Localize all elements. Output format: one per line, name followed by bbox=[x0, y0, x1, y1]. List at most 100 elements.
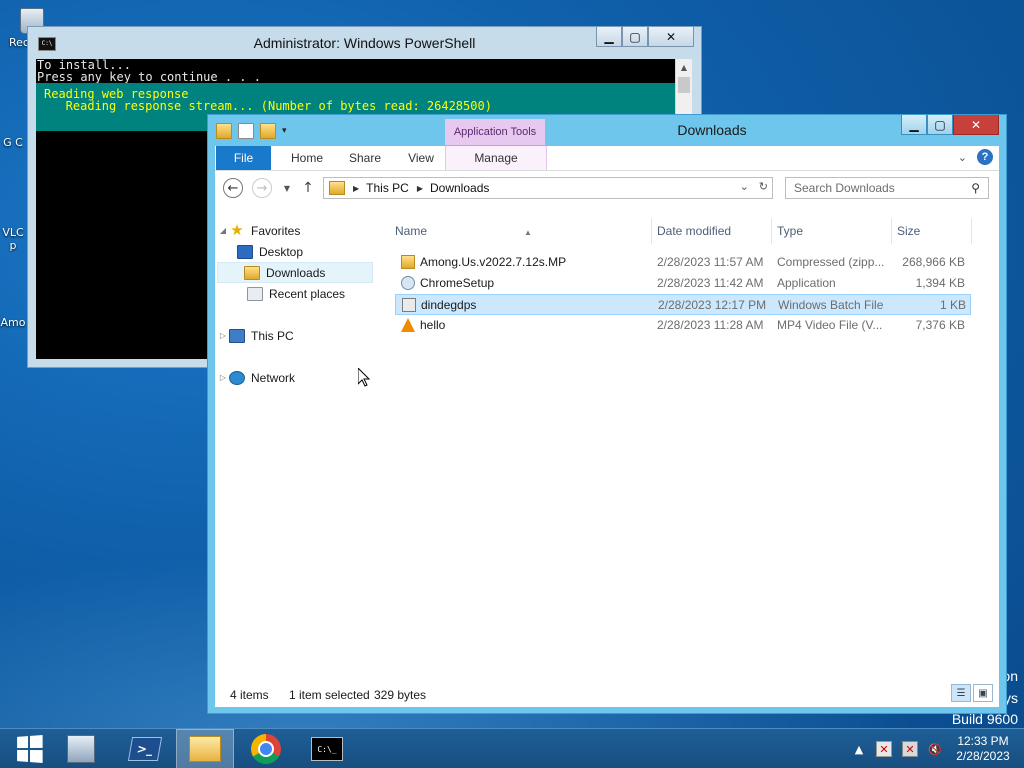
network-status-icon[interactable]: ✕ bbox=[902, 741, 918, 757]
scroll-thumb[interactable] bbox=[678, 77, 690, 93]
column-header-type[interactable]: Type bbox=[772, 218, 892, 244]
expand-ribbon-chevron-icon[interactable]: ⌄ bbox=[958, 151, 967, 164]
start-button[interactable] bbox=[0, 729, 58, 768]
file-size: 268,966 KB bbox=[902, 255, 965, 269]
nav-favorites[interactable]: ◢ ★ Favorites bbox=[217, 220, 367, 241]
refresh-icon[interactable]: ↻ bbox=[759, 180, 768, 193]
tab-view[interactable]: View bbox=[397, 146, 445, 170]
file-explorer-icon bbox=[189, 736, 221, 762]
tab-manage[interactable]: Manage bbox=[445, 146, 547, 170]
properties-icon[interactable] bbox=[238, 123, 254, 139]
forward-button[interactable]: → bbox=[252, 178, 272, 198]
tab-file[interactable]: File bbox=[216, 146, 271, 170]
column-header-size[interactable]: Size bbox=[892, 218, 972, 244]
search-icon[interactable]: ⚲ bbox=[971, 181, 980, 195]
file-name: ChromeSetup bbox=[420, 276, 495, 290]
details-view-icon[interactable]: ☰ bbox=[951, 684, 971, 702]
large-icons-view-icon[interactable]: ▣ bbox=[973, 684, 993, 702]
file-name: hello bbox=[420, 318, 446, 332]
column-header-name[interactable]: Name ▲ bbox=[390, 218, 652, 244]
powershell-icon: >_ bbox=[127, 737, 163, 761]
zip-folder-icon bbox=[401, 255, 415, 269]
scroll-up-arrow-icon[interactable]: ▲ bbox=[676, 59, 692, 75]
breadcrumb-separator-icon[interactable]: ▶ bbox=[417, 184, 423, 193]
server-manager-icon bbox=[67, 735, 95, 763]
nav-item-downloads[interactable]: Downloads bbox=[217, 262, 373, 283]
breadcrumb-separator-icon[interactable]: ▶ bbox=[353, 184, 359, 193]
expand-arrow-icon[interactable]: ▷ bbox=[217, 373, 229, 382]
taskbar-chrome[interactable] bbox=[237, 729, 295, 768]
taskbar-server-manager[interactable] bbox=[52, 729, 110, 768]
close-button[interactable]: ✕ bbox=[953, 115, 999, 135]
action-center-flag-icon[interactable]: ✕ bbox=[876, 741, 892, 757]
taskbar-powershell[interactable]: >_ bbox=[116, 729, 174, 768]
taskbar-cmd[interactable]: C:\_ bbox=[298, 729, 356, 768]
maximize-button[interactable]: ▢ bbox=[927, 115, 953, 135]
nav-item-recent-places[interactable]: Recent places bbox=[247, 283, 377, 304]
column-header-date[interactable]: Date modified bbox=[652, 218, 772, 244]
file-row[interactable]: hello 2/28/2023 11:28 AM MP4 Video File … bbox=[395, 315, 971, 336]
nav-item-label: Downloads bbox=[266, 265, 326, 280]
up-button[interactable]: ↑ bbox=[298, 178, 318, 198]
breadcrumb-this-pc[interactable]: This PC bbox=[366, 181, 409, 195]
collapse-arrow-icon[interactable]: ◢ bbox=[217, 226, 229, 235]
tab-share[interactable]: Share bbox=[339, 146, 391, 170]
back-button[interactable]: ← bbox=[223, 178, 243, 198]
file-date: 2/28/2023 12:17 PM bbox=[658, 298, 767, 312]
clock-date: 2/28/2023 bbox=[956, 749, 1010, 763]
status-selection: 1 item selected bbox=[289, 688, 370, 702]
file-date: 2/28/2023 11:42 AM bbox=[657, 276, 764, 290]
desktop-icon-vlc[interactable]: VLC p bbox=[0, 226, 26, 252]
close-button[interactable]: ✕ bbox=[648, 27, 694, 47]
customize-toolbar-dropdown-icon[interactable]: ▾ bbox=[282, 126, 287, 136]
help-icon[interactable]: ? bbox=[977, 149, 993, 165]
nav-item-desktop[interactable]: Desktop bbox=[237, 241, 367, 262]
clock[interactable]: 12:33 PM 2/28/2023 bbox=[952, 734, 1014, 764]
taskbar-file-explorer[interactable] bbox=[176, 729, 234, 768]
desktop-icon-chrome[interactable]: G C bbox=[0, 136, 26, 149]
downloads-folder-icon bbox=[244, 265, 260, 280]
file-name: dindegdps bbox=[421, 298, 477, 312]
navigation-bar: ← → ▼ ↑ ▶ This PC ▶ Downloads ⌄ ↻ Search… bbox=[215, 174, 999, 202]
minimize-button[interactable]: ▁ bbox=[901, 115, 927, 135]
tab-home[interactable]: Home bbox=[281, 146, 333, 170]
powershell-titlebar[interactable]: C:\ Administrator: Windows PowerShell ▁ … bbox=[28, 27, 701, 57]
status-size: 329 bytes bbox=[374, 688, 427, 702]
file-name: Among.Us.v2022.7.12s.MP bbox=[420, 255, 567, 269]
folder-icon[interactable] bbox=[216, 123, 232, 139]
file-size: 7,376 KB bbox=[915, 318, 965, 332]
column-header-label: Size bbox=[897, 224, 921, 238]
folder-icon bbox=[329, 181, 345, 195]
clock-time: 12:33 PM bbox=[957, 734, 1009, 748]
status-item-count: 4 items bbox=[230, 688, 269, 702]
chrome-icon bbox=[251, 734, 281, 764]
progress-line: Reading response stream... (Number of by… bbox=[44, 99, 492, 113]
search-input[interactable]: Search Downloads ⚲ bbox=[785, 177, 989, 199]
address-history-dropdown-icon[interactable]: ⌄ bbox=[740, 180, 749, 193]
desktop-icon-among-us[interactable]: Amo bbox=[0, 316, 26, 329]
nav-favorites-label: Favorites bbox=[251, 223, 301, 238]
volume-muted-icon[interactable]: 🔇 bbox=[928, 742, 942, 756]
explorer-window[interactable]: ▾ Application Tools Downloads ▁ ▢ ✕ File… bbox=[207, 114, 1007, 714]
file-row[interactable]: Among.Us.v2022.7.12s.MP 2/28/2023 11:57 … bbox=[395, 252, 971, 273]
desktop-icon bbox=[237, 244, 253, 259]
navigation-pane: ◢ ★ Favorites Desktop Downloads Recent p… bbox=[215, 212, 375, 682]
file-row[interactable]: ChromeSetup 2/28/2023 11:42 AM Applicati… bbox=[395, 273, 971, 294]
minimize-button[interactable]: ▁ bbox=[596, 27, 622, 47]
address-bar[interactable]: ▶ This PC ▶ Downloads ⌄ ↻ bbox=[323, 177, 773, 199]
column-header-label: Name bbox=[395, 224, 428, 238]
file-size: 1,394 KB bbox=[915, 276, 965, 290]
breadcrumb-downloads[interactable]: Downloads bbox=[430, 181, 489, 195]
show-hidden-icons-arrow-icon[interactable]: ▲ bbox=[852, 742, 866, 756]
expand-arrow-icon[interactable]: ▷ bbox=[217, 331, 229, 340]
console-line: Press any key to continue . . . bbox=[37, 70, 261, 84]
status-bar: 4 items 1 item selected 329 bytes ☰ ▣ bbox=[215, 684, 999, 706]
application-icon bbox=[401, 276, 415, 290]
maximize-button[interactable]: ▢ bbox=[622, 27, 648, 47]
new-folder-icon[interactable] bbox=[260, 123, 276, 139]
file-row-selected[interactable]: dindegdps 2/28/2023 12:17 PM Windows Bat… bbox=[395, 294, 971, 315]
nav-network[interactable]: ▷ Network bbox=[217, 367, 367, 388]
nav-this-pc[interactable]: ▷ This PC bbox=[217, 325, 367, 346]
ribbon-tabs: File Home Share View Manage ⌄ ? bbox=[215, 146, 999, 171]
recent-locations-dropdown-icon[interactable]: ▼ bbox=[277, 178, 297, 198]
